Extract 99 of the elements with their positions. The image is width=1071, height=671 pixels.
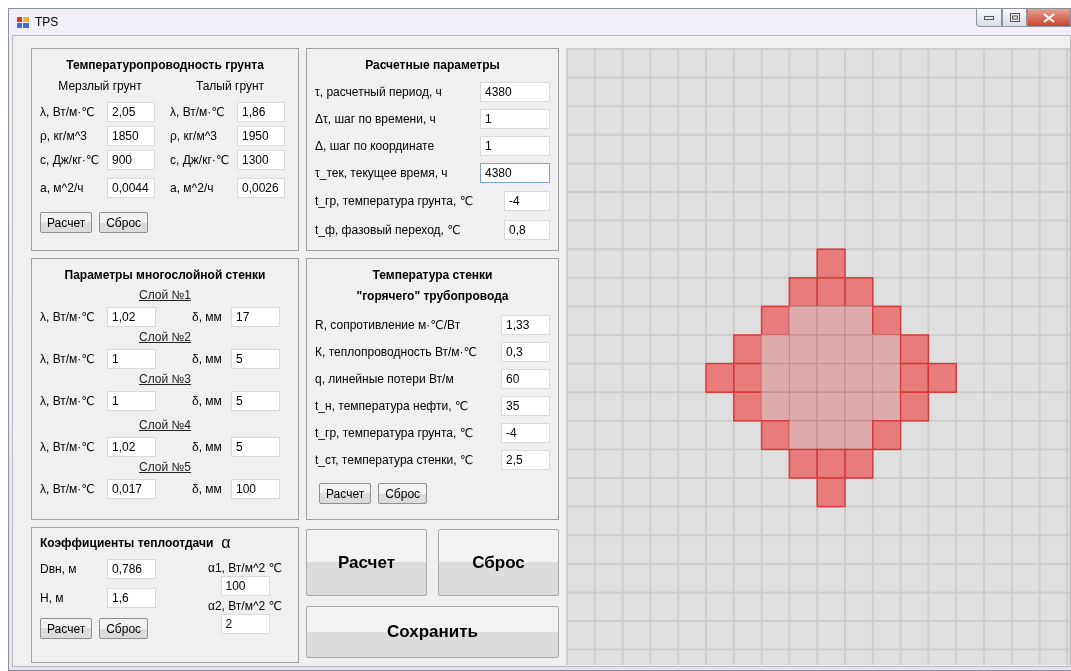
input-field[interactable]: 35 [501,395,550,416]
input-field[interactable]: 100 [231,478,280,499]
input-field[interactable]: 60 [501,368,550,389]
field-label: Δτ, шаг по времени, ч [315,111,436,126]
field-label: δ, мм [192,351,223,366]
input-field[interactable]: 1 [480,108,550,129]
panel-title: Температуропроводность грунта [65,57,265,74]
layer-heading: Слой №3 [138,372,192,386]
field-label: λ, Вт/м·℃ [40,439,96,454]
input-field[interactable]: 1300 [237,150,285,170]
button[interactable]: Расчет [306,529,427,596]
maximize-button[interactable] [1002,9,1027,27]
input-field[interactable]: 5 [231,436,280,457]
layer-heading: Слой №4 [138,418,192,432]
field-label: Dвн, м [40,561,78,576]
button[interactable]: Расчет [319,483,372,504]
input-field[interactable]: 0,3 [501,341,550,362]
layer-heading: Слой №1 [138,288,192,302]
input-field[interactable]: 0,0026 [237,178,285,198]
field-label: t_гр, температура грунта, ℃ [315,425,474,440]
field-label: α2, Вт/м^2 ℃ [207,598,283,614]
input-field[interactable]: 100 [220,576,270,596]
button[interactable]: Сброс [378,483,428,504]
panel-title: Температура стенки [371,267,494,284]
input-field[interactable]: 2 [220,614,270,634]
minimize-button[interactable] [976,9,1002,27]
input-field[interactable]: 1950 [237,126,285,146]
button[interactable]: Сброс [438,529,559,596]
field-label: ρ, кг/м^3 [40,129,88,143]
window-title: TPS [35,15,59,29]
input-field[interactable]: 0,8 [504,219,550,240]
input-field[interactable]: 0,786 [107,558,156,579]
input-field[interactable]: 900 [107,150,155,170]
input-field[interactable]: 0,017 [107,478,156,499]
field-label: λ, Вт/м·℃ [170,105,226,119]
field-label: δ, мм [192,481,223,496]
maximize-icon [1009,13,1020,22]
input-field[interactable]: 1850 [107,126,155,146]
input-field[interactable]: -4 [504,190,550,211]
field-label: R, сопротивление м·℃/Вт [315,317,461,332]
input-field[interactable]: 1,02 [107,306,156,327]
field-label: H, м [40,590,65,605]
minimize-icon [984,15,994,20]
field-label: t_ст, температура стенки, ℃ [315,452,474,467]
column-heading: Талый грунт [194,78,266,95]
field-label: λ, Вт/м·℃ [40,105,96,119]
field-label: τ, расчетный период, ч [315,84,442,99]
layer-heading: Слой №5 [138,460,192,474]
input-field[interactable]: 5 [231,390,280,411]
input-field[interactable]: 1,6 [107,587,156,608]
field-label: q, линейные потери Вт/м [315,371,454,386]
input-field[interactable]: 2,05 [107,102,155,122]
button[interactable]: Сброс [99,618,149,639]
column-heading: Мерзлый грунт [57,78,143,95]
field-label: ρ, кг/м^3 [170,129,218,143]
panel-title: Параметры многослойной стенки [63,267,267,284]
input-field[interactable]: 2,5 [501,449,550,470]
input-field[interactable]: 1,02 [107,436,156,457]
field-label: а, м^2/ч [40,181,85,195]
field-label: К, теплопроводность Вт/м·℃ [315,344,478,359]
close-button[interactable] [1027,9,1071,27]
input-field[interactable]: 17 [231,306,280,327]
button[interactable]: Расчет [40,212,93,233]
field-label: δ, мм [192,439,223,454]
input-field[interactable]: 4380 [480,81,550,102]
panel-title: "горячего" трубопровода [355,288,510,305]
field-label: λ, Вт/м·℃ [40,393,96,408]
panel-title: Коэффициенты теплоотдачи [40,536,214,550]
button[interactable]: Сохранить [306,606,559,658]
field-label: а, м^2/ч [170,181,215,195]
layer-heading: Слой №2 [138,330,192,344]
input-field[interactable]: 5 [231,348,280,369]
field-label: δ, мм [192,309,223,324]
alpha-symbol: α [221,534,231,552]
input-field[interactable]: 1 [107,390,156,411]
field-label: λ, Вт/м·℃ [40,309,96,324]
input-field[interactable]: 1 [107,348,156,369]
input-field[interactable]: -4 [501,422,550,443]
input-field[interactable]: 1,33 [501,314,550,335]
field-label: с, Дж/кг·℃ [170,153,231,167]
field-label: λ, Вт/м·℃ [40,351,96,366]
field-label: δ, мм [192,393,223,408]
field-label: λ, Вт/м·℃ [40,481,96,496]
field-label: α1, Вт/м^2 ℃ [207,560,283,576]
field-label: Δ, шаг по координате [315,138,435,153]
button[interactable]: Расчет [40,618,93,639]
app-icon [17,16,29,28]
input-field[interactable]: 4380 [480,162,550,183]
input-field[interactable]: 1,86 [237,102,285,122]
field-label: с, Дж/кг·℃ [40,153,101,167]
button[interactable]: Сброс [99,212,149,233]
input-field[interactable]: 0,0044 [107,178,155,198]
input-field[interactable]: 1 [480,135,550,156]
field-label: t_н, температура нефти, ℃ [315,398,469,413]
panel-title: Расчетные параметры [364,57,501,74]
field-label: t_ф, фазовый переход, ℃ [315,222,461,237]
field-label: τ_тек, текущее время, ч [315,165,448,180]
close-icon [1043,12,1055,23]
field-label: t_гр, температура грунта, ℃ [315,193,474,208]
